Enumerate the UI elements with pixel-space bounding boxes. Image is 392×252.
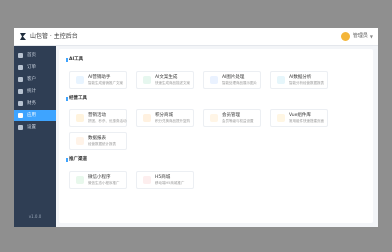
sidebar-item-label: 首页 xyxy=(27,53,36,58)
home-icon xyxy=(18,53,23,58)
sidebar-footer: v1.0.0 xyxy=(28,214,42,219)
avatar xyxy=(340,32,350,41)
gift-icon xyxy=(143,114,151,122)
sidebar-item-customers[interactable]: 客户 xyxy=(14,74,56,85)
sidebar-item-stats[interactable]: 统计 xyxy=(14,86,56,97)
section-title-ai: AI工具 xyxy=(65,57,84,62)
card-desc: 会员等级与权益设置 xyxy=(222,119,254,123)
user-name: 管理员 xyxy=(352,33,368,39)
top-bar: 山包管 · 主控后台 管理员 ▼ xyxy=(14,28,378,46)
report-icon xyxy=(76,137,84,145)
card-members[interactable]: 会员管理 会员等级与权益设置 xyxy=(203,109,261,127)
sidebar-item-orders[interactable]: 订单 xyxy=(14,62,56,73)
sidebar-item-label: 统计 xyxy=(27,89,36,94)
sidebar-item-home[interactable]: 首页 xyxy=(14,50,56,61)
sidebar-item-label: 订单 xyxy=(27,65,36,70)
gear-icon xyxy=(18,125,23,130)
sidebar-item-apps[interactable]: 应用 xyxy=(14,110,56,121)
customer-icon xyxy=(18,77,23,82)
section-title-business: 经营工具 xyxy=(66,96,87,101)
card-desc: 常用组件快速搭建页面 xyxy=(289,119,324,123)
card-vue-components[interactable]: Vue组件库 常用组件快速搭建页面 xyxy=(270,109,328,127)
sidebar-item-finance[interactable]: 财务 xyxy=(14,98,56,109)
card-wechat-miniapp[interactable]: 微信小程序 微信生态小程序推广 xyxy=(69,171,127,189)
user-menu[interactable]: 管理员 ▼ xyxy=(340,31,373,42)
card-desc: 经营数据统计报表 xyxy=(88,142,116,146)
card-ai-image[interactable]: AI图片处理 智能处理商品展示图片 xyxy=(203,71,261,89)
card-ai-data[interactable]: AI数据分析 智能分析经营数据报表 xyxy=(270,71,328,89)
card-ai-copywriting[interactable]: AI文案生成 快速生成商品描述文案 xyxy=(136,71,194,89)
sidebar: 首页 订单 客户 统计 财务 应用 设置 v1.0.0 xyxy=(14,46,56,227)
card-desc: 积分兑换商品提升复购 xyxy=(155,119,190,123)
sidebar-item-label: 应用 xyxy=(27,113,36,118)
card-desc: 移动端H5商城推广 xyxy=(155,181,185,185)
app-title: 山包管 · 主控后台 xyxy=(30,33,78,40)
card-desc: 微信生态小程序推广 xyxy=(88,181,120,185)
image-icon xyxy=(210,76,218,84)
sidebar-item-settings[interactable]: 设置 xyxy=(14,122,56,133)
finance-icon xyxy=(18,101,23,106)
card-desc: 快速生成商品描述文案 xyxy=(155,81,190,85)
smile-icon xyxy=(277,114,285,122)
logo-icon xyxy=(20,33,26,40)
wechat-icon xyxy=(76,176,84,184)
card-ai-marketing[interactable]: AI营销助手 智能生成营销推广文案 xyxy=(69,71,127,89)
sidebar-item-label: 客户 xyxy=(27,77,36,82)
card-reports[interactable]: 数据报表 经营数据统计报表 xyxy=(69,132,127,150)
section-title-channels: 推广渠道 xyxy=(66,157,87,162)
card-desc: 智能生成营销推广文案 xyxy=(88,81,123,85)
card-desc: 拼团、秒杀、优惠券活动 xyxy=(88,119,127,123)
app-window: 山包管 · 主控后台 管理员 ▼ 首页 订单 客户 统计 财务 应用 设置 v1… xyxy=(14,28,378,227)
card-desc: 智能处理商品展示图片 xyxy=(222,81,257,85)
card-points-mall[interactable]: 积分商城 积分兑换商品提升复购 xyxy=(136,109,194,127)
chart-icon xyxy=(18,89,23,94)
card-h5-mall[interactable]: H5商城 移动端H5商城推广 xyxy=(136,171,194,189)
data-icon xyxy=(277,76,285,84)
colorful-circle-icon xyxy=(143,176,151,184)
leaf-icon xyxy=(143,76,151,84)
main-content: AI工具 AI营销助手 智能生成营销推广文案 AI文案生成 快速生成商品描述文案… xyxy=(59,49,373,223)
card-desc: 智能分析经营数据报表 xyxy=(289,81,324,85)
sidebar-item-label: 设置 xyxy=(27,125,36,130)
chevron-down-icon: ▼ xyxy=(369,34,373,39)
order-icon xyxy=(18,65,23,70)
member-icon xyxy=(210,114,218,122)
card-marketing[interactable]: 营销活动 拼团、秒杀、优惠券活动 xyxy=(69,109,127,127)
sidebar-item-label: 财务 xyxy=(27,101,36,106)
flag-icon xyxy=(76,114,84,122)
chat-icon xyxy=(76,76,84,84)
app-icon xyxy=(18,113,23,118)
